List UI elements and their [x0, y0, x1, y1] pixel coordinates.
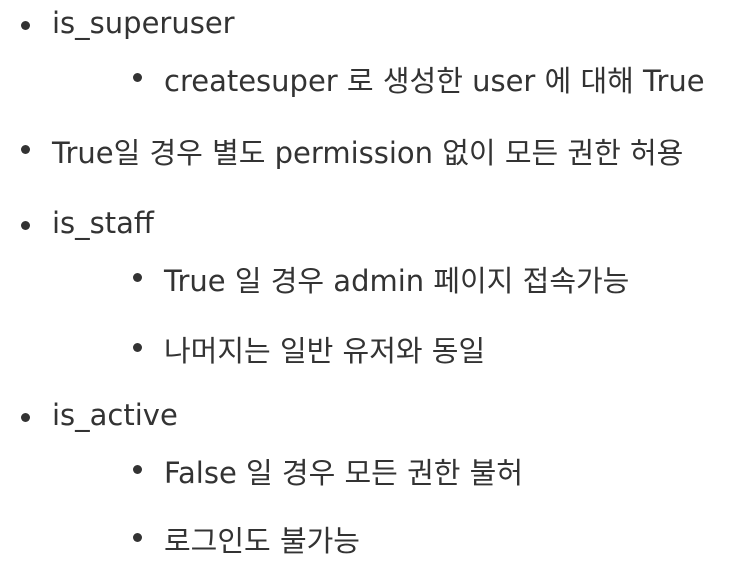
list-item: is_superuser — [21, 6, 235, 40]
list-item: 나머지는 일반 유저와 동일 — [132, 328, 485, 370]
list-item: is_active — [21, 398, 178, 432]
list-item: False 일 경우 모든 권한 불허 — [132, 450, 523, 492]
list-item: is_staff — [21, 206, 154, 240]
list-item: 로그인도 불가능 — [133, 518, 360, 560]
list-item: True 일 경우 admin 페이지 접속가능 — [132, 258, 629, 300]
list-item: createsuper 로 생성한 user 에 대해 True — [133, 58, 705, 100]
list-item: True일 경우 별도 permission 없이 모든 권한 허용 — [20, 130, 683, 172]
